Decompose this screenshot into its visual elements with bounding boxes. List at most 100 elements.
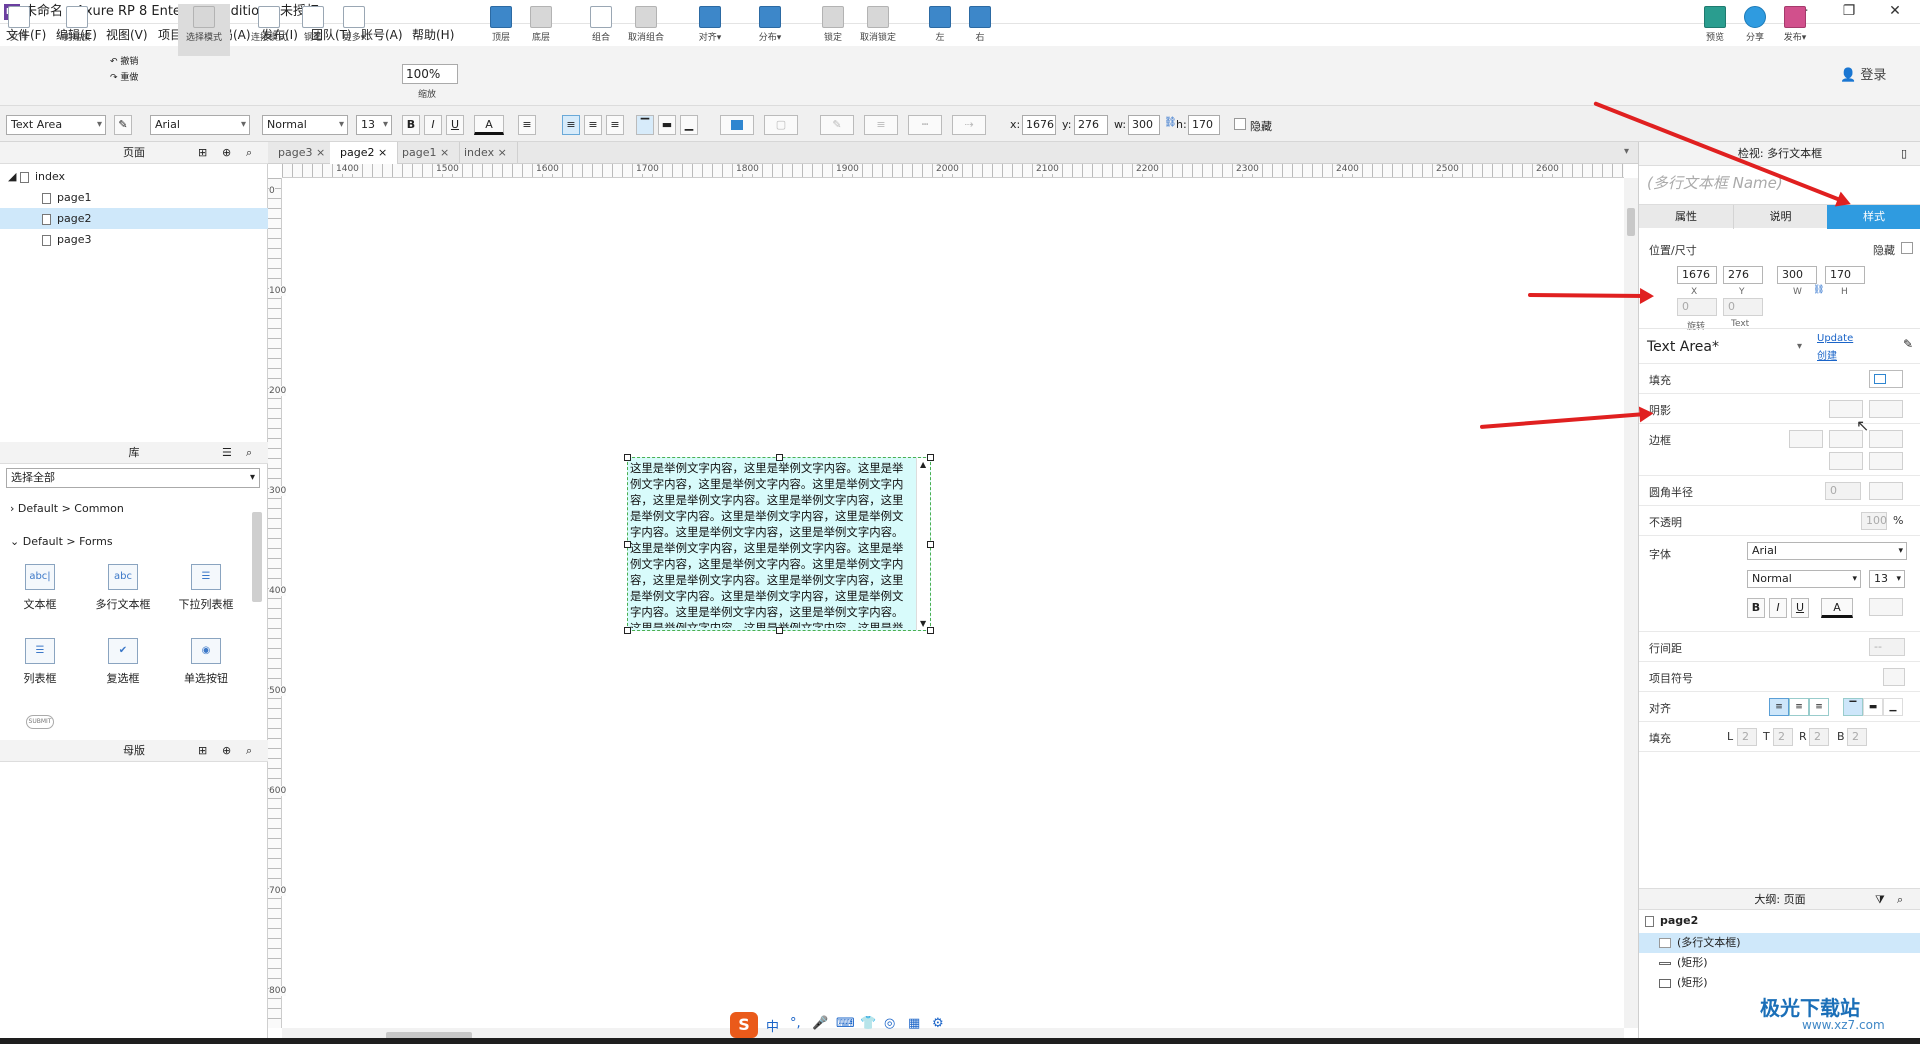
line-style-button[interactable]: ┅ — [908, 115, 942, 135]
add-page-icon[interactable]: ⊞ — [198, 142, 207, 164]
padding-right-input[interactable]: 2 — [1809, 728, 1829, 746]
valign-bottom-button[interactable]: ▁ — [680, 115, 698, 135]
valign-middle-button[interactable]: ▬ — [658, 115, 676, 135]
scroll-down-icon[interactable]: ▼ — [920, 619, 926, 628]
library-scrollbar[interactable] — [252, 512, 262, 602]
text-area-widget[interactable]: 这里是举例文字内容，这里是举例文字内容。这里是举例文字内容，这里是举例文字内容。… — [624, 454, 934, 634]
library-select[interactable]: 选择全部 ▾ — [6, 468, 260, 488]
valign-middle-button[interactable]: ▬ — [1863, 698, 1883, 716]
publish-button[interactable]: 发布▾ — [1780, 4, 1810, 56]
font-size-select[interactable]: 13 — [356, 115, 392, 135]
outline-item-textarea[interactable]: (多行文本框) — [1639, 933, 1920, 953]
search-icon[interactable]: ⌕ — [246, 442, 252, 464]
ime-settings-icon[interactable]: ⚙ — [932, 1016, 944, 1031]
valign-top-button[interactable]: ▔ — [636, 115, 654, 135]
update-style-link[interactable]: Update — [1817, 333, 1853, 344]
tab-index[interactable]: index × — [454, 142, 518, 164]
opacity-input[interactable]: 100 — [1861, 512, 1887, 530]
align-right-button[interactable]: ≡ — [1809, 698, 1829, 716]
widget-checkbox[interactable]: ✔ 复选框 — [83, 638, 163, 686]
select-mode-button[interactable]: 选择模式 — [178, 4, 230, 56]
ime-toolbox-icon[interactable]: ▦ — [908, 1016, 920, 1031]
bring-front-button[interactable]: 顶层 — [486, 4, 516, 56]
redo-button[interactable]: ↷ 重做 — [110, 70, 138, 83]
hidden-checkbox[interactable] — [1234, 118, 1246, 130]
close-icon[interactable]: × — [316, 146, 325, 159]
library-group-forms[interactable]: ⌄ Default > Forms — [10, 535, 113, 548]
filter-icon[interactable]: ⧩ — [1875, 889, 1885, 911]
search-icon[interactable]: ⌕ — [1897, 889, 1903, 911]
tab-notes[interactable]: 说明 — [1733, 205, 1827, 229]
inner-shadow-button[interactable] — [1869, 400, 1903, 418]
preview-button[interactable]: 预览 — [1702, 4, 1728, 56]
x-input[interactable]: 1676 — [1677, 266, 1717, 284]
text-shadow-button[interactable] — [1869, 598, 1903, 616]
ime-microphone-icon[interactable]: 🎤 — [812, 1016, 828, 1031]
lock-ratio-icon[interactable]: ⛓ — [1813, 285, 1824, 295]
border-style-button[interactable] — [1869, 430, 1903, 448]
align-center-button[interactable]: ≡ — [1789, 698, 1809, 716]
close-button[interactable]: ✕ — [1872, 0, 1918, 24]
tab-properties[interactable]: 属性 — [1639, 205, 1733, 229]
line-color-button[interactable]: ✎ — [820, 115, 854, 135]
ungroup-button[interactable]: 取消组合 — [624, 4, 668, 56]
widget-text-area[interactable]: abc 多行文本框 — [83, 564, 163, 612]
valign-top-button[interactable]: ▔ — [1843, 698, 1863, 716]
corner-button[interactable] — [1869, 482, 1903, 500]
menu-icon[interactable]: ☰ — [222, 442, 232, 464]
valign-bottom-button[interactable]: ▁ — [1883, 698, 1903, 716]
page-item-index[interactable]: ◢ index — [0, 166, 268, 187]
resize-handle[interactable] — [624, 627, 631, 634]
align-button[interactable]: 对齐▾ — [694, 4, 726, 56]
bold-button[interactable]: B — [1747, 598, 1765, 618]
maximize-button[interactable]: ❐ — [1826, 0, 1872, 24]
scroll-thumb[interactable] — [1627, 208, 1635, 236]
align-left-button[interactable]: ≡ — [1769, 698, 1789, 716]
padding-top-input[interactable]: 2 — [1773, 728, 1793, 746]
line-spacing-select[interactable]: -- — [1869, 638, 1905, 656]
widget-droplist[interactable]: ☰ 下拉列表框 — [166, 564, 246, 612]
ime-skin-icon[interactable]: 👕 — [860, 1016, 876, 1031]
rotation-input[interactable]: 0 — [1677, 298, 1717, 316]
tab-page1[interactable]: page1 × — [392, 142, 461, 164]
scroll-up-icon[interactable]: ▲ — [920, 460, 926, 469]
bullets-button[interactable] — [1883, 668, 1905, 686]
lock-button[interactable]: 锁定 — [818, 4, 848, 56]
share-button[interactable]: 分享 — [1742, 4, 1768, 56]
resize-handle[interactable] — [624, 454, 631, 461]
sogou-ime-logo[interactable]: S — [730, 1012, 758, 1038]
add-folder-icon[interactable]: ⊕ — [222, 142, 231, 164]
left-button[interactable]: 左 — [928, 4, 952, 56]
align-left-button[interactable]: ≡ — [562, 115, 580, 135]
library-group-common[interactable]: › Default > Common — [10, 502, 124, 515]
italic-button[interactable]: I — [1769, 598, 1787, 618]
group-button[interactable]: 组合 — [586, 4, 616, 56]
bold-button[interactable]: B — [402, 115, 420, 135]
menu-help[interactable]: 帮助(H) — [412, 27, 454, 43]
ime-punctuation-icon[interactable]: °, — [790, 1016, 801, 1031]
padding-left-input[interactable]: 2 — [1737, 728, 1757, 746]
font-weight-select[interactable]: Normal — [262, 115, 348, 135]
zoom-select[interactable]: 100% — [402, 64, 458, 84]
right-button[interactable]: 右 — [968, 4, 992, 56]
chevron-down-icon[interactable]: ▾ — [1797, 341, 1802, 352]
y-input[interactable]: 276 — [1074, 115, 1108, 135]
close-icon[interactable]: × — [498, 146, 507, 159]
lock-ratio-icon[interactable]: ⛓ — [1164, 117, 1177, 128]
font-size-select[interactable]: 13 ▾ — [1869, 570, 1905, 588]
border-width-button[interactable] — [1789, 430, 1823, 448]
menu-view[interactable]: 视图(V) — [106, 27, 148, 43]
page-item-page2[interactable]: page2 — [0, 208, 268, 229]
border-visibility-button[interactable] — [1829, 452, 1863, 470]
align-center-button[interactable]: ≡ — [584, 115, 602, 135]
close-icon[interactable]: × — [378, 146, 387, 159]
submit-button-widget[interactable]: SUBMIT — [26, 715, 54, 729]
tab-page2[interactable]: page2 × — [330, 142, 399, 164]
font-color-button[interactable]: A — [1821, 598, 1853, 618]
more-button[interactable]: 更多▾ — [338, 4, 370, 56]
ime-mode-chinese[interactable]: 中 — [766, 1016, 779, 1035]
x-input[interactable]: 1676 — [1022, 115, 1056, 135]
widget-style-select[interactable]: Text Area — [6, 115, 106, 135]
widget-listbox[interactable]: ☰ 列表框 — [0, 638, 80, 686]
send-back-button[interactable]: 底层 — [526, 4, 556, 56]
